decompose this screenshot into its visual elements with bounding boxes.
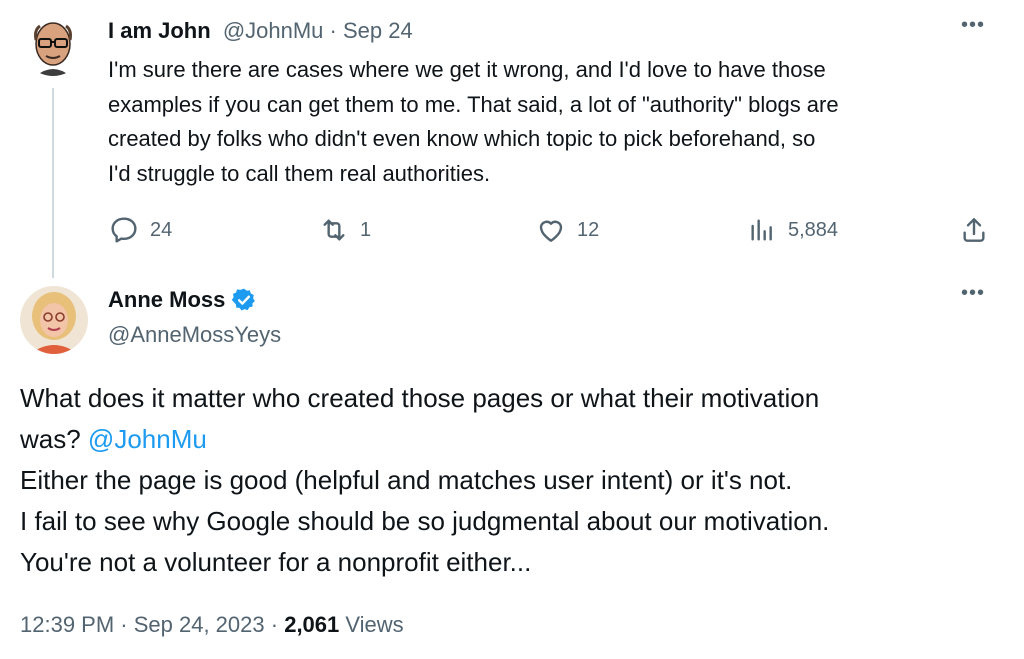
cartoon-portrait-icon	[22, 14, 84, 76]
reply-text-line: I'm sure there are cases where we get it…	[108, 57, 826, 82]
more-options-icon[interactable]: •••	[961, 282, 985, 305]
reply-text: I'm sure there are cases where we get it…	[108, 53, 988, 191]
repost-icon	[323, 219, 345, 241]
tweet-date[interactable]: Sep 24	[343, 18, 413, 43]
tweet-metadata: 12:39 PM · Sep 24, 2023 · 2,061 Views	[20, 612, 404, 638]
views-label: Views	[339, 612, 404, 637]
author-name[interactable]: I am John	[108, 18, 211, 43]
like-button[interactable]: 12	[535, 212, 599, 248]
view-count: 5,884	[788, 218, 839, 241]
mention-link[interactable]: @JohnMu	[88, 424, 207, 454]
meta-separator: ·	[264, 612, 285, 637]
reply-button[interactable]: 24	[108, 212, 172, 248]
views-count[interactable]: 2,061	[284, 612, 339, 637]
reply-action-bar: 24 1 12 5,884	[0, 212, 1024, 248]
main-author-row: Anne Moss	[108, 287, 257, 313]
author-handle[interactable]: @AnneMossYeys	[108, 322, 281, 348]
verified-badge-icon[interactable]	[231, 287, 257, 313]
thread-connector-line	[52, 88, 54, 278]
tweet-text-line: You're not a volunteer for a nonprofit e…	[20, 547, 532, 577]
main-tweet-text: What does it matter who created those pa…	[20, 378, 980, 583]
header-separator: ·	[323, 18, 343, 43]
analytics-icon	[751, 219, 772, 241]
tweet-text-line: was? @JohnMu	[20, 419, 980, 460]
comment-icon	[111, 217, 137, 243]
author-name[interactable]: Anne Moss	[108, 287, 225, 313]
repost-button[interactable]: 1	[318, 212, 371, 248]
meta-separator: ·	[114, 612, 134, 637]
heart-icon	[539, 220, 563, 242]
avatar-anne[interactable]	[20, 286, 88, 354]
views-button[interactable]: 5,884	[746, 212, 838, 248]
profile-photo-icon	[20, 286, 88, 354]
more-options-icon[interactable]: •••	[961, 14, 985, 37]
tweet-time[interactable]: 12:39 PM	[20, 612, 114, 637]
repost-count: 1	[360, 218, 372, 241]
reply-text-line: I'd struggle to call them real authoriti…	[108, 160, 491, 186]
tweet-text-line: I fail to see why Google should be so ju…	[20, 506, 830, 536]
reply-count: 24	[150, 218, 173, 241]
reply-text-line: examples if you can get them to me. That…	[108, 91, 839, 117]
tweet-text-line: Either the page is good (helpful and mat…	[20, 465, 793, 495]
reply-text-line: created by folks who didn't even know wh…	[108, 126, 816, 151]
avatar-john[interactable]	[22, 14, 84, 76]
reply-header: I am John @JohnMu · Sep 24	[108, 18, 413, 44]
tweet-text-line: What does it matter who created those pa…	[20, 383, 820, 413]
share-icon	[963, 218, 985, 242]
tweet-text-fragment: was?	[20, 424, 88, 454]
like-count: 12	[577, 218, 600, 241]
tweet-date[interactable]: Sep 24, 2023	[134, 612, 265, 637]
author-handle[interactable]: @JohnMu	[223, 18, 324, 43]
share-button[interactable]	[958, 212, 990, 248]
